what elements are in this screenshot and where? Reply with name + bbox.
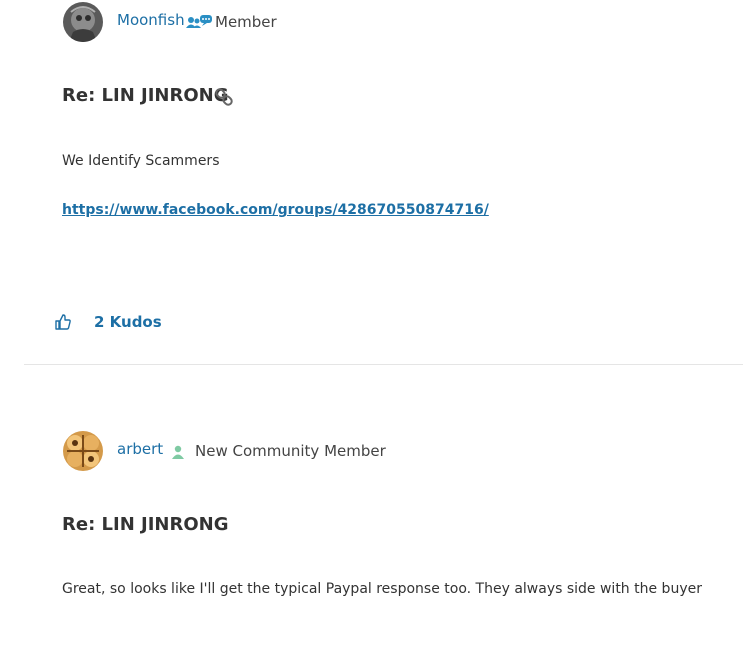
post-body: Great, so looks like I'll get the typica… <box>62 581 702 597</box>
facebook-group-link[interactable]: https://www.facebook.com/groups/42867055… <box>62 202 489 218</box>
user-rank: New Community Member <box>195 442 386 460</box>
post-divider <box>24 364 743 365</box>
users-chat-icon <box>186 14 212 33</box>
post-title[interactable]: Re: LIN JINRONG <box>62 514 229 535</box>
author-link[interactable]: arbert <box>117 440 163 458</box>
user-rank: Member <box>215 13 277 31</box>
user-icon <box>172 444 184 463</box>
kudos-count[interactable]: 2 Kudos <box>94 313 162 331</box>
avatar[interactable] <box>63 431 103 471</box>
link-icon[interactable] <box>214 88 234 112</box>
author-link[interactable]: Moonfish <box>117 11 185 29</box>
post-title[interactable]: Re: LIN JINRONG <box>62 85 229 106</box>
thumbs-up-icon[interactable] <box>55 314 71 334</box>
post-body: We Identify Scammers <box>62 153 220 169</box>
avatar[interactable] <box>63 2 103 42</box>
avatar-image <box>63 431 103 471</box>
avatar-image <box>63 2 103 42</box>
